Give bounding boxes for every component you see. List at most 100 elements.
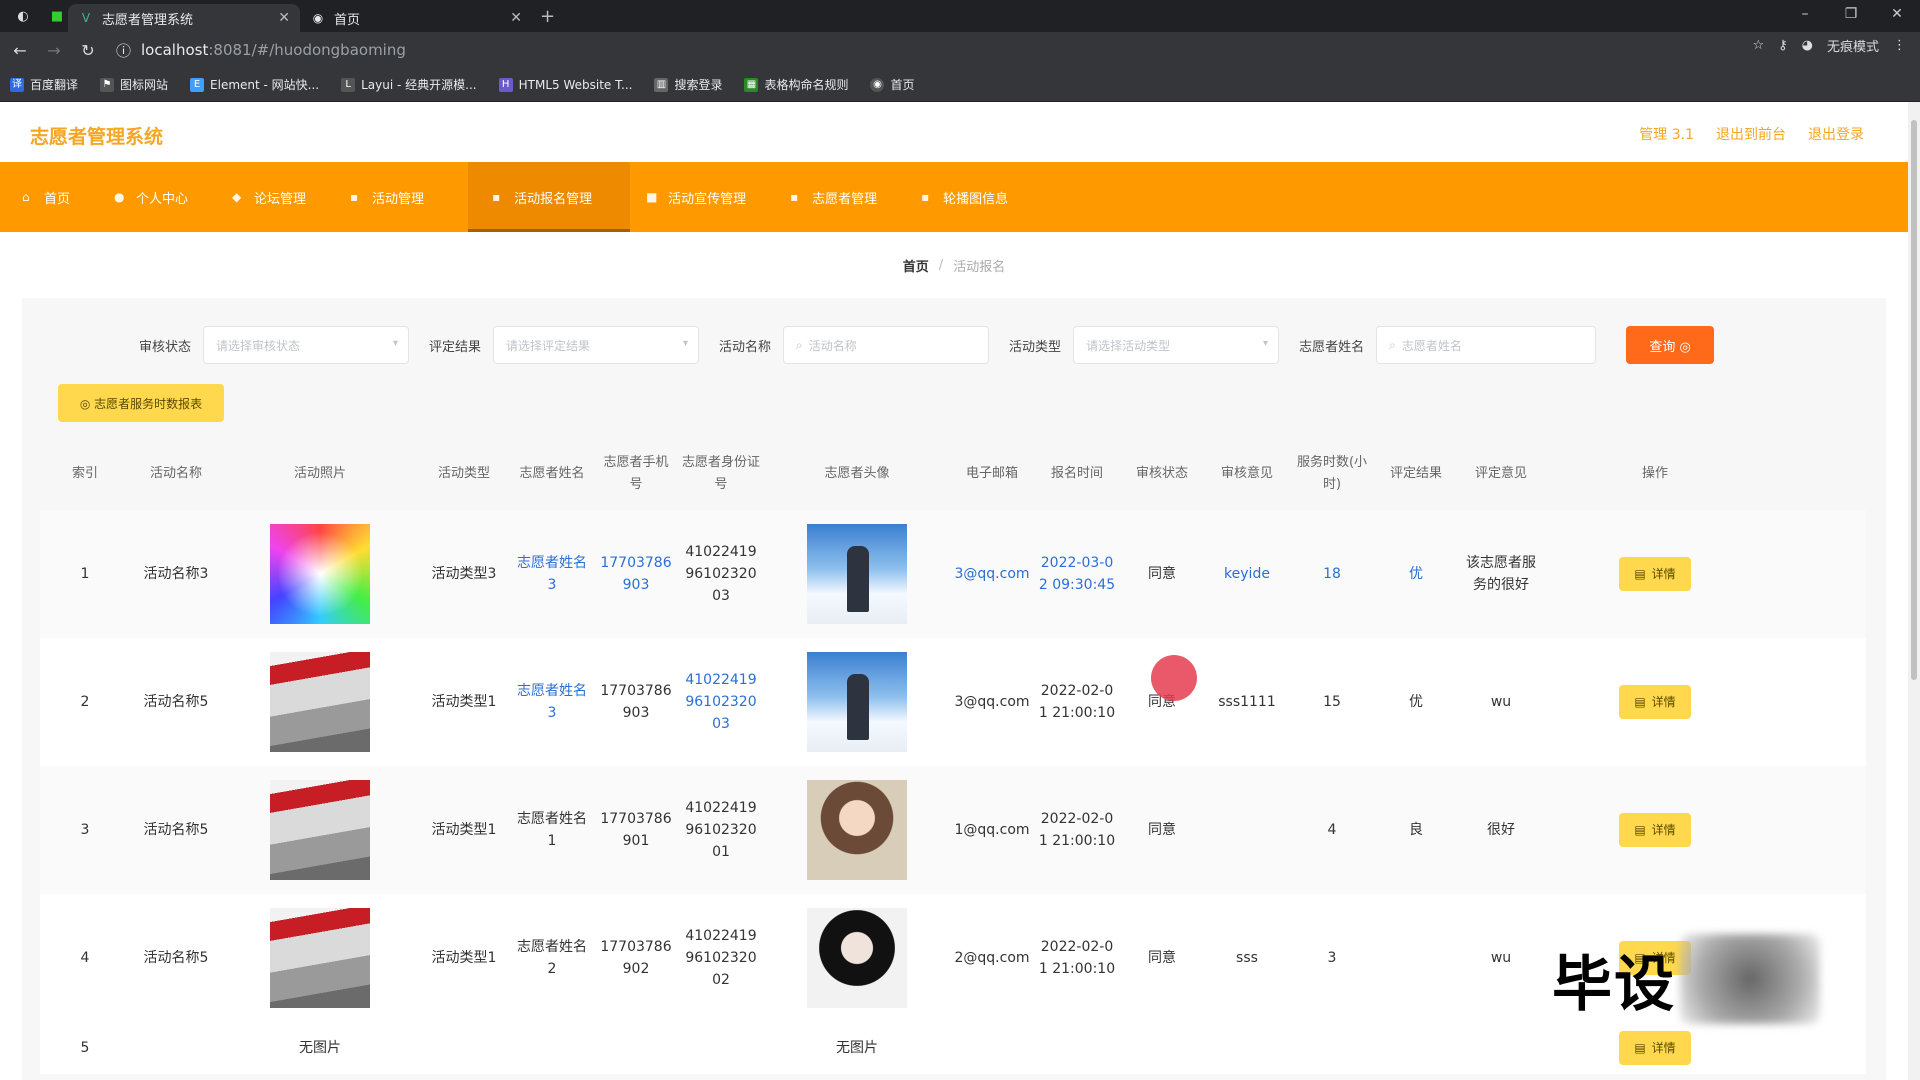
extension-icon[interactable]: ■ xyxy=(46,5,68,27)
close-tab-icon[interactable]: ✕ xyxy=(510,10,522,26)
volunteer-phone: 17703786902 xyxy=(600,939,672,977)
watermark: 毕设 xyxy=(1552,934,1820,1024)
filter-label: 评定结果 xyxy=(429,339,482,355)
no-image-text: 无图片 xyxy=(836,1040,878,1056)
document-icon: ▤ xyxy=(1634,823,1646,837)
column-header: 服务时数(小时) xyxy=(1296,455,1368,492)
bookmark[interactable]: ▦ 表格构命名规则 xyxy=(744,76,848,93)
chart-icon: ▥ xyxy=(654,77,669,92)
email: 1@qq.com xyxy=(954,822,1030,838)
volunteer-name: 志愿者姓名2 xyxy=(517,939,587,977)
user-icon: ● xyxy=(114,190,125,204)
forward-icon[interactable]: → xyxy=(40,41,68,60)
browser-tabbar: ◐ ■ V 志愿者管理系统 ✕ ◉ 首页 ✕ + – ❐ ✕ xyxy=(0,0,1920,32)
star-icon[interactable]: ☆ xyxy=(1752,38,1764,53)
globe-icon: ◉ xyxy=(312,11,324,25)
volunteer-name-input[interactable]: ⌕ 志愿者姓名 xyxy=(1376,326,1597,364)
document-icon: ▤ xyxy=(1634,695,1646,709)
browser-menu-icon[interactable]: ◐ xyxy=(12,5,34,27)
tab-volunteer-system[interactable]: V 志愿者管理系统 ✕ xyxy=(68,4,300,32)
bookmark[interactable]: L Layui - 经典开源模... xyxy=(341,76,477,93)
globe-icon: ◉ xyxy=(870,77,885,92)
html5-icon: H xyxy=(498,77,513,92)
activity-type: 活动类型1 xyxy=(431,950,497,966)
volunteer-id: 410224199610232003 xyxy=(685,672,757,732)
volunteer-avatar-image xyxy=(807,780,907,880)
breadcrumb-home[interactable]: 首页 xyxy=(903,256,929,275)
chevron-down-icon: ▾ xyxy=(1263,338,1269,349)
activity-name-input[interactable]: ⌕ 活动名称 xyxy=(783,326,990,364)
app-header: 志愿者管理系统 管理 3.1 退出到前台 退出登录 xyxy=(0,102,1908,162)
activity-photo-image xyxy=(270,652,370,752)
vue-icon: V xyxy=(81,11,91,25)
column-header: 活动照片 xyxy=(293,466,346,481)
search-icon: ⌕ xyxy=(1389,337,1396,352)
nav-carousel[interactable]: ▪ 轮播图信息 xyxy=(921,162,1036,232)
bookmark[interactable]: ⚑ 图标网站 xyxy=(100,76,168,93)
status-select[interactable]: 请选择审核状态 ▾ xyxy=(203,326,410,364)
close-window-icon[interactable]: ✕ xyxy=(1874,0,1920,28)
detail-button[interactable]: ▤ 详情 xyxy=(1619,685,1691,719)
activity-type: 活动类型3 xyxy=(431,566,497,582)
back-icon[interactable]: ← xyxy=(6,41,34,60)
email: 3@qq.com xyxy=(954,694,1030,710)
header-links: 管理 3.1 退出到前台 退出登录 xyxy=(1639,124,1864,144)
nav-forum[interactable]: ◆ 论坛管理 xyxy=(232,162,334,232)
activity-type-select[interactable]: 请选择活动类型 ▾ xyxy=(1073,326,1280,364)
nav-volunteer[interactable]: ▪ 志愿者管理 xyxy=(790,162,905,232)
nav-registration[interactable]: ▪ 活动报名管理 xyxy=(468,162,631,232)
service-hours: 15 xyxy=(1323,694,1341,710)
filter-label: 活动类型 xyxy=(1009,339,1062,355)
column-header: 审核意见 xyxy=(1220,466,1273,481)
bookmark[interactable]: H HTML5 Website T... xyxy=(498,77,632,92)
actions: ▤ 详情 xyxy=(1544,813,1766,847)
column-header: 志愿者姓名 xyxy=(519,466,585,481)
watermark-text: 毕设 xyxy=(1552,949,1676,1020)
restore-icon[interactable]: ❐ xyxy=(1828,0,1874,28)
profile-label[interactable]: 无痕模式 xyxy=(1827,36,1879,55)
nav-activity[interactable]: ▪ 活动管理 xyxy=(350,162,452,232)
bookmark[interactable]: 译百度翻译 xyxy=(10,76,78,93)
volunteer-name: 志愿者姓名3 xyxy=(517,555,587,593)
volunteer-avatar-image xyxy=(807,524,907,624)
evaluation-comment: wu xyxy=(1490,694,1512,710)
list-icon: ▪ xyxy=(350,190,359,204)
hours-report-button[interactable]: ◎ 志愿者服务时数报表 xyxy=(58,384,224,422)
nav-profile[interactable]: ● 个人中心 xyxy=(114,162,216,232)
logout-link[interactable]: 退出登录 xyxy=(1808,124,1864,144)
minimize-icon[interactable]: – xyxy=(1782,0,1828,28)
back-to-front-link[interactable]: 退出到前台 xyxy=(1716,124,1786,144)
row-index: 1 xyxy=(80,566,90,582)
search-button[interactable]: 查询 ◎ xyxy=(1626,326,1715,364)
tab-home[interactable]: ◉ 首页 ✕ xyxy=(300,4,532,32)
incognito-icon[interactable]: ◕ xyxy=(1802,38,1813,53)
close-tab-icon[interactable]: ✕ xyxy=(278,10,290,26)
nav-promotion[interactable]: ■ 活动宣传管理 xyxy=(646,162,774,232)
bookmark[interactable]: ▥ 搜索登录 xyxy=(654,76,722,93)
activity-photo xyxy=(222,780,418,880)
volunteer-phone: 17703786903 xyxy=(600,555,672,593)
detail-button[interactable]: ▤ 详情 xyxy=(1619,557,1691,591)
key-icon[interactable]: ⚷ xyxy=(1778,38,1788,53)
row-index: 2 xyxy=(80,694,90,710)
more-menu-icon[interactable]: ⋮ xyxy=(1893,38,1906,53)
detail-button[interactable]: ▤ 详情 xyxy=(1619,1031,1691,1065)
reload-icon[interactable]: ↻ xyxy=(74,41,102,60)
new-tab-icon[interactable]: + xyxy=(540,6,555,27)
nav-home[interactable]: ⌂ 首页 xyxy=(22,162,98,232)
bookmark[interactable]: E Element - 网站快... xyxy=(190,76,319,93)
bookmark[interactable]: ◉ 首页 xyxy=(870,76,915,93)
volunteer-avatar-image xyxy=(807,908,907,1008)
detail-button[interactable]: ▤ 详情 xyxy=(1619,813,1691,847)
scrollbar-thumb[interactable] xyxy=(1911,120,1917,680)
translate-icon: 译 xyxy=(10,77,24,92)
activity-photo xyxy=(222,652,418,752)
page-scrollbar[interactable] xyxy=(1908,102,1920,1080)
volunteer-name: 志愿者姓名1 xyxy=(517,811,587,849)
row-index: 5 xyxy=(80,1040,90,1056)
result-select[interactable]: 请选择评定结果 ▾ xyxy=(493,326,700,364)
column-header: 评定意见 xyxy=(1474,466,1527,481)
volunteer-name: 志愿者姓名3 xyxy=(517,683,587,721)
url-field[interactable]: ⓘ localhost:8081/#/huodongbaoming xyxy=(116,36,1716,64)
element-icon: E xyxy=(190,77,205,92)
